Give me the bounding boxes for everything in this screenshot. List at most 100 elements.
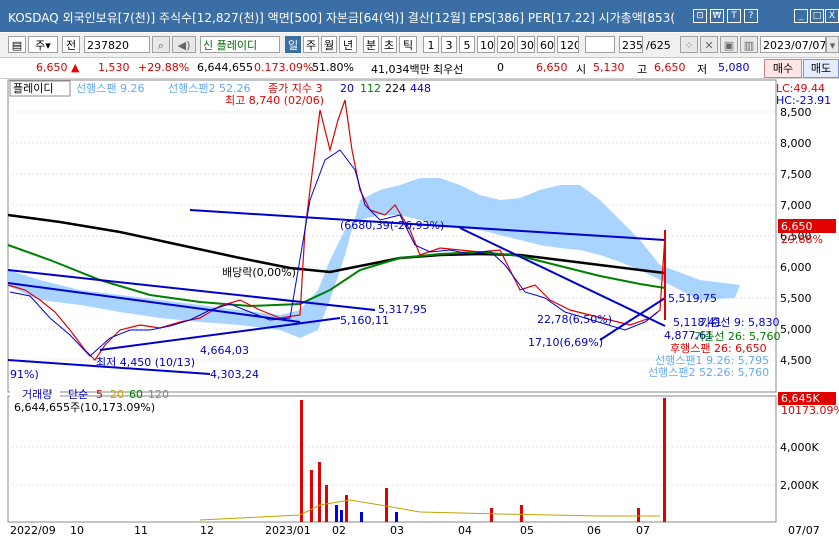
current-price-axis: 6,650	[781, 220, 813, 233]
period-year[interactable]: 년	[339, 36, 357, 53]
help-icon[interactable]: ?	[744, 9, 758, 23]
interval-30[interactable]: 30	[517, 36, 535, 53]
legend-ma-224: 224	[385, 82, 406, 95]
price-value: 6,650	[36, 61, 68, 74]
x-tick: 2023/01	[265, 524, 311, 537]
window-title: KOSDAQ 외국인보유[7(천)] 주식수[12,827(천)] 액면[500…	[8, 11, 676, 25]
high-note: 최고 8,740 (02/06)	[225, 94, 324, 107]
search-icon[interactable]: ⌕	[152, 36, 170, 53]
y-tick: 8,500	[780, 106, 812, 119]
interval-5[interactable]: 5	[459, 36, 475, 53]
x-tick: 12	[200, 524, 214, 537]
stock-name-field[interactable]: 신 플레이디	[200, 36, 280, 53]
date-dropdown-icon[interactable]: ▾	[826, 36, 839, 53]
type-select[interactable]: 주▾	[28, 36, 58, 53]
restore-icon[interactable]: ⊡	[693, 9, 707, 23]
period-month[interactable]: 월	[321, 36, 337, 53]
low-note: 최저 4,450 (10/13)	[96, 356, 195, 369]
y-tick: 7,000	[780, 199, 812, 212]
period-minute[interactable]: 분	[363, 36, 379, 53]
stock-code-input[interactable]: 237820	[84, 36, 150, 53]
level-label-4: 4,303,24	[210, 368, 259, 381]
x-tick: 06	[587, 524, 601, 537]
volume-legend-type: 단순	[68, 388, 88, 401]
period-week[interactable]: 주	[303, 36, 319, 53]
sound-icon[interactable]: ◀)	[172, 36, 196, 53]
x-tick: 05	[520, 524, 534, 537]
crosshair-icon[interactable]: ✕	[700, 36, 718, 53]
y-tick: 5,500	[780, 292, 812, 305]
chart-area[interactable]: 플레이디 선행스팬 9.26 선행스팬2 52.26 종가 지수 3 20 11…	[0, 79, 839, 537]
y-tick: 7,500	[780, 168, 812, 181]
volume-value: 6,644,655	[197, 61, 253, 74]
print-icon[interactable]: ▥	[740, 36, 758, 53]
level-label-2: 5,160,11	[340, 314, 389, 327]
open-value: 5,130	[593, 61, 625, 74]
pct-note: 91%)	[10, 368, 39, 381]
current-price: 6,650 ▲	[36, 61, 79, 74]
vol-y-tick: 4,000K	[780, 441, 819, 454]
chart-svg[interactable]: 플레이디 선행스팬 9.26 선행스팬2 52.26 종가 지수 3 20 11…	[0, 79, 839, 537]
x-tick: 10	[70, 524, 84, 537]
ratio-value: 51.80%	[312, 61, 354, 74]
change-value: 1,530	[98, 61, 130, 74]
legend-ma-20: 20	[340, 82, 354, 95]
legend-ma-448: 448	[410, 82, 431, 95]
change-percent: +29.88%	[138, 61, 190, 74]
count-input[interactable]: 235	[619, 36, 643, 53]
high-label: 고	[637, 63, 648, 76]
sell-button[interactable]: 매도	[803, 59, 839, 78]
high-value: 6,650	[654, 61, 686, 74]
mid-label-2: (6680,39(-26,93%)	[340, 219, 444, 232]
chart-menu-icon[interactable]: ▤	[8, 36, 26, 53]
window-titlebar: KOSDAQ 외국인보유[7(천)] 주식수[12,827(천)] 액면[500…	[0, 0, 839, 32]
legend-ma-112: 112	[360, 82, 381, 95]
text-icon[interactable]: T	[727, 9, 741, 23]
interval-10[interactable]: 10	[477, 36, 495, 53]
period-day[interactable]: 일	[285, 36, 301, 53]
grid-icon[interactable]: ⁘	[680, 36, 698, 53]
x-axis: 2022/09 10 11 12 2023/01 02 03 04 05 06 …	[10, 524, 820, 537]
interval-custom-input[interactable]	[585, 36, 615, 53]
y-tick: 5,000	[780, 323, 812, 336]
close-button[interactable]: X	[825, 9, 839, 23]
volume-legend-60: 60	[129, 388, 143, 401]
x-tick: 03	[390, 524, 404, 537]
interval-1[interactable]: 1	[423, 36, 439, 53]
current-pct-axis: 29.88%	[781, 233, 823, 246]
interval-3[interactable]: 3	[441, 36, 457, 53]
x-tick: 07	[636, 524, 650, 537]
vol-y-tick: 2,000K	[780, 479, 819, 492]
volume-value: 6,644,655주(10,173.09%)	[14, 401, 155, 414]
x-tick: 04	[458, 524, 472, 537]
legend-span1: 선행스팬 9.26	[76, 82, 144, 95]
interval-120[interactable]: 120	[557, 36, 579, 53]
x-tick: 02	[332, 524, 346, 537]
y-tick: 8,000	[780, 137, 812, 150]
volume-y-axis: 4,000K 2,000K	[780, 441, 819, 492]
maximize-button[interactable]: □	[810, 9, 824, 23]
interval-20[interactable]: 20	[497, 36, 515, 53]
stock-name-label: 플레이디	[13, 82, 53, 95]
x-tick: 2022/09	[10, 524, 56, 537]
amount-value: 41,034백만	[371, 63, 430, 76]
volume-cur-pct: 10173.09%	[781, 404, 839, 417]
date-input[interactable]: 2023/07/07	[760, 36, 826, 53]
buy-button[interactable]: 매수	[764, 59, 802, 78]
volume-panel-frame	[7, 395, 777, 523]
period-second[interactable]: 초	[381, 36, 397, 53]
level-label-3: 4,664,03	[200, 344, 249, 357]
type-value: 주	[35, 39, 46, 52]
period-tick[interactable]: 틱	[399, 36, 417, 53]
turnover-value: 0.173.09%	[254, 61, 314, 74]
market-button[interactable]: 전	[62, 36, 80, 53]
chevron-down-icon: ▾	[45, 39, 51, 52]
interval-60[interactable]: 60	[537, 36, 555, 53]
current-price-2: 6,650	[536, 61, 568, 74]
minimize-button[interactable]: _	[794, 9, 808, 23]
x-tick: 11	[134, 524, 148, 537]
up-arrow-icon: ▲	[71, 61, 80, 74]
currency-icon[interactable]: ₩	[710, 9, 724, 23]
save-icon[interactable]: ▣	[720, 36, 738, 53]
level-label-5: 5,519,75	[668, 292, 717, 305]
